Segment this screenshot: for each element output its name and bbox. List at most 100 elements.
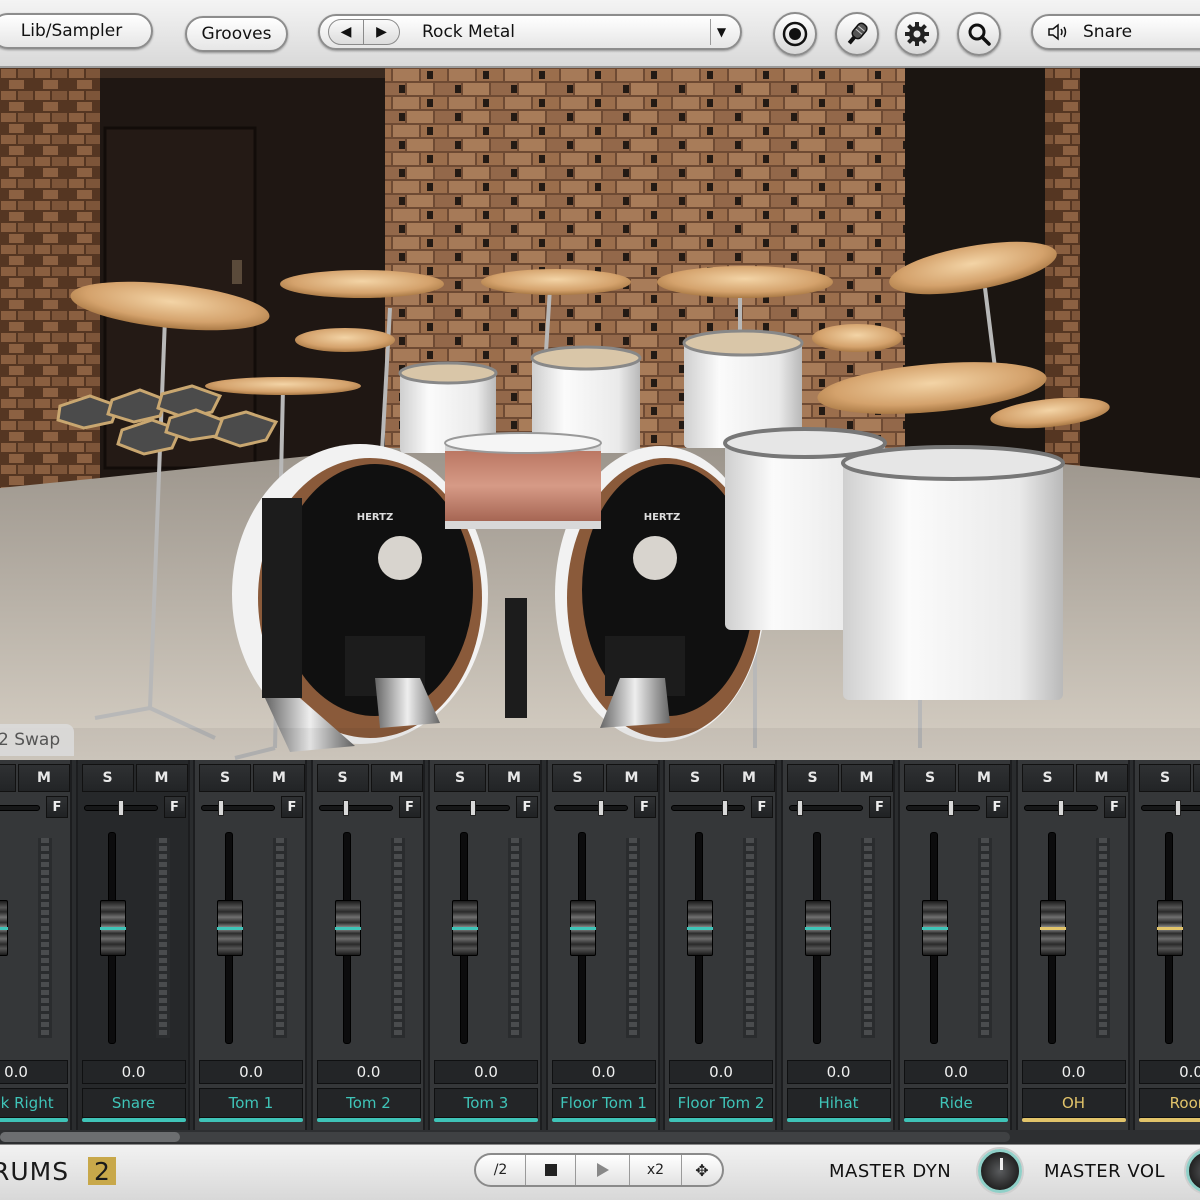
drum-kit-stage[interactable]: HERTZ HERTZ: [0, 68, 1200, 760]
pan-slider[interactable]: [201, 805, 275, 811]
lib-sampler-button[interactable]: Lib/Sampler: [0, 13, 153, 49]
filter-button[interactable]: F: [398, 796, 421, 818]
mute-button[interactable]: M: [723, 764, 775, 792]
pan-handle[interactable]: [722, 800, 728, 816]
volume-fader-handle[interactable]: [0, 900, 8, 956]
mute-button[interactable]: M: [840, 764, 893, 792]
previous-preset-button[interactable]: ◀: [328, 19, 364, 45]
pan-slider[interactable]: [0, 805, 40, 811]
solo-button[interactable]: S: [0, 764, 16, 792]
mute-button[interactable]: M: [1075, 764, 1128, 792]
mute-button[interactable]: M: [488, 764, 540, 792]
channel-name[interactable]: Ride: [904, 1088, 1008, 1118]
master-dyn-knob[interactable]: [978, 1149, 1022, 1193]
mute-button[interactable]: M: [135, 764, 188, 792]
volume-readout[interactable]: 0.0: [786, 1060, 891, 1084]
mixer-scrollbar[interactable]: [0, 1130, 1200, 1144]
filter-button[interactable]: F: [633, 796, 656, 818]
solo-button[interactable]: S: [904, 764, 956, 792]
volume-fader-handle[interactable]: [99, 900, 126, 956]
solo-button[interactable]: S: [1021, 764, 1074, 792]
filter-button[interactable]: F: [281, 796, 303, 818]
mute-button[interactable]: M: [605, 764, 658, 792]
solo-button[interactable]: S: [316, 764, 369, 792]
volume-readout[interactable]: 0.0: [1021, 1060, 1126, 1084]
mute-button[interactable]: M: [253, 764, 305, 792]
channel-name[interactable]: OH: [1021, 1088, 1126, 1118]
channel-name[interactable]: Tom 2: [316, 1088, 421, 1118]
pan-slider[interactable]: [318, 805, 393, 811]
solo-button[interactable]: S: [81, 764, 134, 792]
solo-button[interactable]: S: [199, 764, 251, 792]
volume-readout[interactable]: 0.0: [904, 1060, 1008, 1084]
search-button[interactable]: [957, 12, 1001, 56]
volume-readout[interactable]: 0.0: [669, 1060, 773, 1084]
instrument-selector[interactable]: Snare: [1031, 14, 1200, 50]
solo-button[interactable]: S: [434, 764, 486, 792]
solo-button[interactable]: S: [1139, 764, 1191, 792]
pan-slider[interactable]: [1141, 805, 1200, 811]
master-vol-knob[interactable]: [1186, 1149, 1200, 1193]
filter-button[interactable]: F: [1103, 796, 1126, 818]
settings-button[interactable]: [895, 12, 939, 56]
volume-fader-handle[interactable]: [452, 900, 478, 956]
scrollbar-thumb[interactable]: [0, 1132, 180, 1142]
kit-swap-tab[interactable]: 2 Swap: [0, 724, 74, 756]
volume-readout[interactable]: 0.0: [1139, 1060, 1200, 1084]
filter-button[interactable]: F: [163, 796, 186, 818]
channel-name[interactable]: Room: [1139, 1088, 1200, 1118]
volume-fader-handle[interactable]: [334, 900, 361, 956]
channel-name[interactable]: Tom 3: [434, 1088, 538, 1118]
channel-name[interactable]: Floor Tom 1: [551, 1088, 656, 1118]
preset-name[interactable]: Rock Metal: [422, 22, 710, 42]
mute-button[interactable]: M: [18, 764, 70, 792]
volume-fader-handle[interactable]: [569, 900, 596, 956]
mute-button[interactable]: M: [958, 764, 1010, 792]
channel-name[interactable]: Kick Right: [0, 1088, 68, 1118]
double-tempo-button[interactable]: x2: [630, 1155, 682, 1185]
volume-readout[interactable]: 0.0: [0, 1060, 68, 1084]
grooves-button[interactable]: Grooves: [185, 16, 288, 52]
solo-button[interactable]: S: [551, 764, 604, 792]
pan-slider[interactable]: [906, 805, 980, 811]
volume-fader-handle[interactable]: [1039, 900, 1066, 956]
volume-readout[interactable]: 0.0: [434, 1060, 538, 1084]
channel-name[interactable]: Snare: [81, 1088, 186, 1118]
pan-slider[interactable]: [671, 805, 745, 811]
filter-button[interactable]: F: [751, 796, 773, 818]
volume-fader-handle[interactable]: [1157, 900, 1183, 956]
pan-slider[interactable]: [553, 805, 628, 811]
record-button[interactable]: [773, 12, 817, 56]
filter-button[interactable]: F: [516, 796, 538, 818]
volume-readout[interactable]: 0.0: [81, 1060, 186, 1084]
volume-readout[interactable]: 0.0: [199, 1060, 303, 1084]
volume-fader-handle[interactable]: [687, 900, 713, 956]
solo-button[interactable]: S: [786, 764, 839, 792]
channel-name[interactable]: Floor Tom 2: [669, 1088, 773, 1118]
mute-button[interactable]: M: [1193, 764, 1200, 792]
filter-button[interactable]: F: [46, 796, 68, 818]
pan-handle[interactable]: [342, 800, 349, 816]
volume-fader-handle[interactable]: [217, 900, 243, 956]
volume-fader-handle[interactable]: [804, 900, 831, 956]
volume-readout[interactable]: 0.0: [316, 1060, 421, 1084]
volume-fader-handle[interactable]: [922, 900, 948, 956]
pan-handle[interactable]: [117, 800, 124, 816]
solo-button[interactable]: S: [669, 764, 721, 792]
move-button[interactable]: ✥: [682, 1155, 722, 1185]
channel-name[interactable]: Tom 1: [199, 1088, 303, 1118]
pan-handle[interactable]: [1175, 800, 1181, 816]
pan-handle[interactable]: [218, 800, 224, 816]
filter-button[interactable]: F: [986, 796, 1008, 818]
next-preset-button[interactable]: ▶: [364, 19, 400, 45]
preset-dropdown-button[interactable]: ▼: [710, 19, 732, 45]
pan-handle[interactable]: [470, 800, 476, 816]
microphone-button[interactable]: [835, 12, 879, 56]
play-button[interactable]: [576, 1155, 630, 1185]
mute-button[interactable]: M: [370, 764, 423, 792]
filter-button[interactable]: F: [868, 796, 891, 818]
half-tempo-button[interactable]: /2: [476, 1155, 526, 1185]
pan-handle[interactable]: [597, 800, 604, 816]
pan-handle[interactable]: [796, 800, 803, 816]
pan-handle[interactable]: [948, 800, 954, 816]
